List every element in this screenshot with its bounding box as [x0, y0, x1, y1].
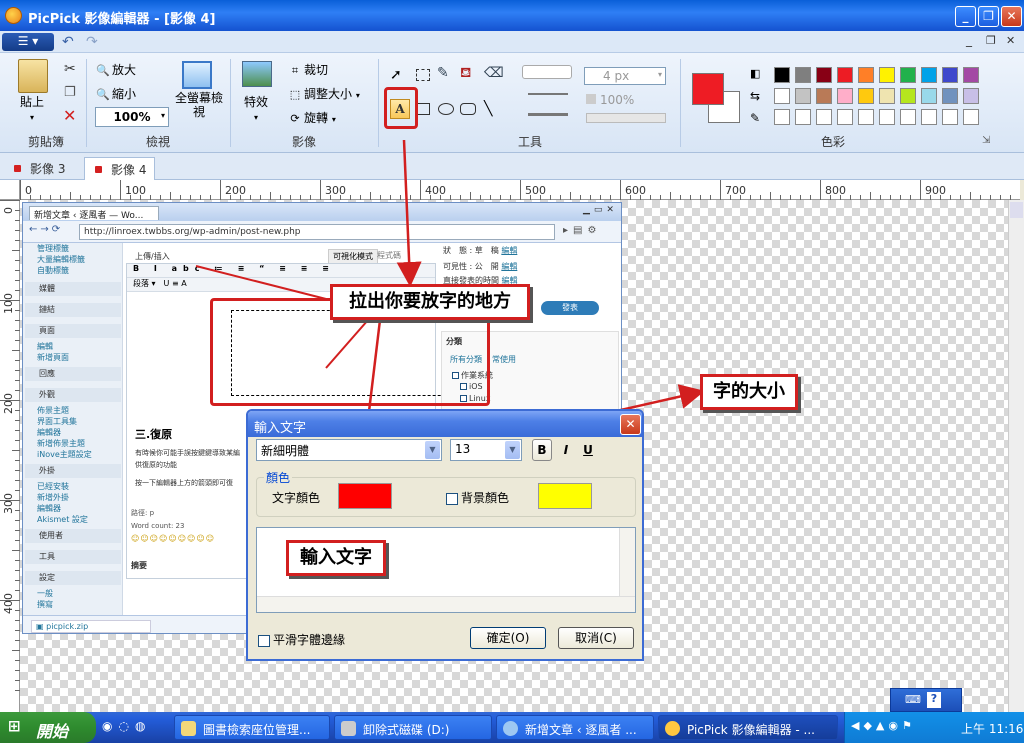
- drive-icon: [341, 721, 356, 736]
- bg-color-option[interactable]: 背景顏色: [446, 489, 509, 506]
- antialias-option[interactable]: 平滑字體邊緣: [258, 631, 345, 648]
- start-button[interactable]: ⊞ 開始: [0, 712, 96, 743]
- window-icon: [181, 721, 196, 736]
- antialias-checkbox[interactable]: [258, 634, 270, 647]
- text-color-label: 文字顏色: [272, 491, 321, 505]
- arrow-to-canvas-toolbar: [396, 139, 422, 287]
- clock[interactable]: 上午 11:16: [961, 720, 1023, 737]
- quick-launch-icons[interactable]: ◉◌◍: [102, 719, 151, 733]
- text-color-swatch[interactable]: [338, 483, 392, 509]
- font-size-select[interactable]: 13 ▼: [450, 439, 522, 461]
- keyboard-icon[interactable]: ⌨: [905, 693, 921, 706]
- picpick-icon: [665, 721, 680, 736]
- callout-input-text: 輸入文字: [286, 540, 386, 576]
- color-group-label: 顏色: [264, 469, 293, 486]
- system-tray: ◀◆▲◉⚑ 上午 11:16: [844, 712, 1024, 743]
- text-input-dialog: 輸入文字 ✕ 新細明體 ▼ 13 ▼ B I U 顏色 文字顏色 背景顏色 平滑字體…: [246, 409, 644, 661]
- font-size-value: 13: [455, 442, 471, 456]
- antialias-label: 平滑字體邊緣: [273, 633, 346, 647]
- language-bar[interactable]: ⌨ ?: [890, 688, 962, 712]
- callout-font-size: 字的大小: [700, 374, 798, 410]
- task-removable-disk[interactable]: 卸除式磁碟 (D:): [334, 715, 492, 740]
- bg-color-swatch[interactable]: [538, 483, 592, 509]
- bold-button[interactable]: B: [532, 439, 552, 461]
- italic-button[interactable]: I: [556, 440, 576, 460]
- task-label: 卸除式磁碟 (D:): [363, 723, 450, 737]
- task-picpick[interactable]: PicPick 影像編輯器 - ...: [658, 715, 838, 740]
- font-value: 新細明體: [261, 444, 310, 458]
- help-icon[interactable]: ?: [927, 692, 941, 708]
- tray-icons[interactable]: ◀◆▲◉⚑: [851, 719, 916, 732]
- font-select[interactable]: 新細明體 ▼: [256, 439, 442, 461]
- pointer-line: [195, 265, 331, 301]
- bg-color-checkbox[interactable]: [446, 492, 458, 505]
- task-label: PicPick 影像編輯器 - ...: [687, 723, 815, 737]
- text-area-hscroll[interactable]: [257, 596, 635, 612]
- callout-drag-area: 拉出你要放字的地方: [330, 284, 530, 320]
- task-label: 圖書檢索座位管理...: [203, 723, 311, 737]
- text-tool-highlight: [384, 87, 418, 129]
- task-browser[interactable]: 新增文章 ‹ 逐風者 ...: [496, 715, 654, 740]
- task-library[interactable]: 圖書檢索座位管理...: [174, 715, 330, 740]
- cancel-button[interactable]: 取消(C): [558, 627, 634, 649]
- browser-icon: [503, 721, 518, 736]
- dialog-title-bar: 輸入文字: [248, 411, 642, 437]
- taskbar: ⊞ 開始 ◉◌◍ 圖書檢索座位管理... 卸除式磁碟 (D:) 新增文章 ‹ 逐風…: [0, 712, 1024, 743]
- task-label: 新增文章 ‹ 逐風者 ...: [525, 723, 637, 737]
- chevron-down-icon[interactable]: ▼: [505, 441, 520, 459]
- windows-logo-icon: ⊞: [8, 717, 21, 735]
- underline-button[interactable]: U: [578, 440, 598, 460]
- bg-color-label: 背景顏色: [461, 491, 510, 505]
- dialog-title: 輸入文字: [254, 421, 307, 436]
- chevron-down-icon[interactable]: ▼: [425, 441, 440, 459]
- ok-button[interactable]: 確定(O): [470, 627, 546, 649]
- start-label: 開始: [36, 722, 69, 741]
- text-area-vscroll[interactable]: [619, 528, 635, 596]
- dialog-close-button[interactable]: ✕: [620, 414, 641, 435]
